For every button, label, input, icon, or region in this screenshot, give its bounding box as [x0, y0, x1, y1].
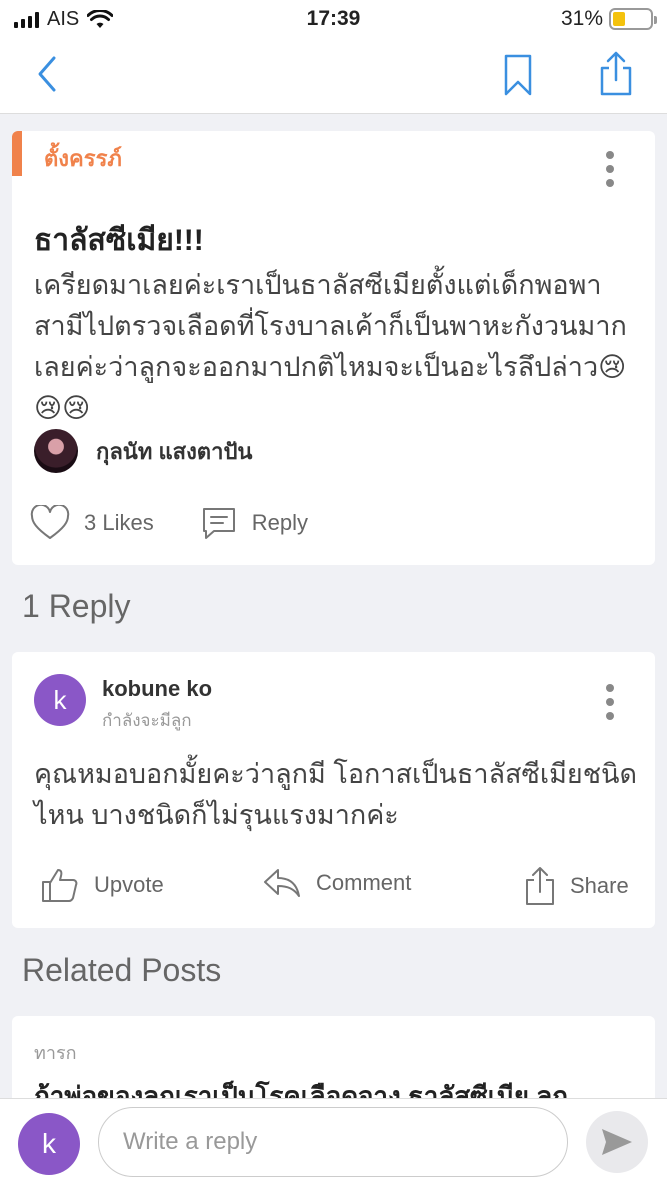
reply-bar: k [0, 1098, 667, 1186]
chevron-left-icon[interactable] [30, 54, 70, 94]
reply-arrow-icon [264, 869, 300, 897]
like-button[interactable]: 3 Likes [30, 505, 154, 541]
reply-username[interactable]: kobune ko [102, 676, 212, 702]
post-title: ธาลัสซีเมีย!!! [34, 224, 204, 257]
heart-icon [30, 505, 70, 539]
replies-heading: 1 Reply [22, 588, 131, 624]
battery-icon [609, 8, 657, 30]
reply-body: คุณหมอบอกมั้ยคะว่าลูกมี โอกาสเป็นธาลัสซี… [34, 759, 638, 830]
post-card: ตั้งครรภ์ ธาลัสซีเมีย!!! เครียดมาเลยค่ะเ… [12, 131, 655, 565]
share-label: Share [570, 873, 629, 898]
upvote-label: Upvote [94, 872, 164, 897]
nav-bar [0, 40, 667, 114]
category-marker [12, 131, 22, 176]
reply-more-options-icon[interactable] [598, 680, 622, 724]
send-button[interactable] [586, 1111, 648, 1173]
reply-avatar[interactable]: k [34, 674, 86, 726]
likes-count: 3 Likes [84, 510, 154, 535]
share-button[interactable]: Share [524, 866, 629, 906]
upvote-button[interactable]: Upvote [40, 866, 164, 904]
related-heading: Related Posts [22, 952, 222, 988]
status-bar: AIS 17:39 31% [0, 0, 667, 40]
reply-label: Reply [251, 510, 308, 535]
comment-button[interactable]: Comment [262, 866, 411, 900]
battery-percent: 31% [560, 7, 603, 30]
comment-icon [202, 508, 235, 539]
my-avatar: k [18, 1113, 80, 1175]
reply-user-status: กำลังจะมีลูก [102, 711, 192, 730]
post-body: เครียดมาเลยค่ะเราเป็นธาลัสซีเมียตั้งแต่เ… [34, 270, 627, 423]
more-options-icon[interactable] [598, 147, 622, 191]
author-avatar[interactable] [34, 429, 78, 473]
reply-card: k kobune ko กำลังจะมีลูก คุณหมอบอกมั้ยคะ… [12, 652, 655, 928]
related-category: ทารก [34, 1043, 77, 1063]
share-icon [526, 867, 554, 905]
share-icon[interactable] [596, 50, 636, 98]
bookmark-icon[interactable] [500, 52, 536, 98]
author-name[interactable]: กุลนัท แสงตาปัน [96, 434, 252, 469]
send-icon [602, 1129, 632, 1155]
post-category[interactable]: ตั้งครรภ์ [44, 141, 122, 176]
reply-button[interactable]: Reply [200, 505, 308, 541]
reply-input[interactable] [98, 1107, 568, 1177]
comment-label: Comment [316, 870, 412, 895]
thumbs-up-icon [42, 869, 78, 902]
